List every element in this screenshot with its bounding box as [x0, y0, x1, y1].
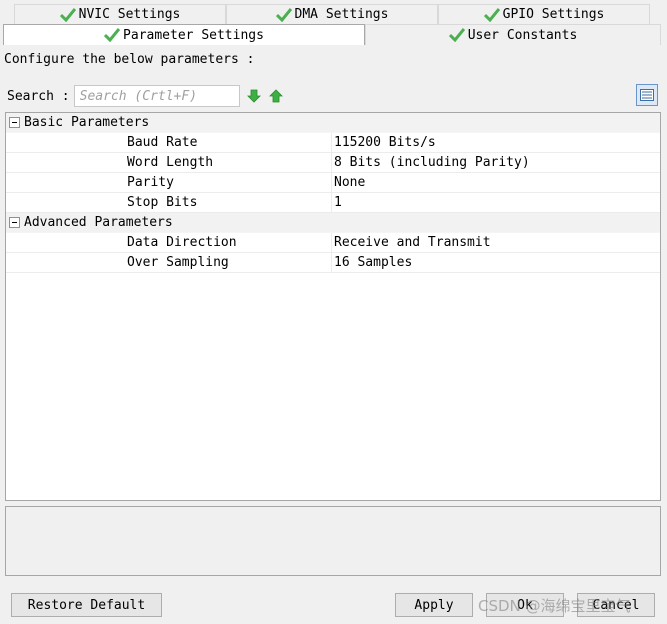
tab-row-bottom: Parameter Settings User Constants: [0, 24, 667, 45]
tab-nvic-settings[interactable]: NVIC Settings: [14, 4, 226, 24]
cancel-button[interactable]: Cancel: [577, 593, 655, 617]
group-basic-parameters[interactable]: Basic Parameters: [6, 113, 660, 133]
collapse-icon[interactable]: [9, 217, 20, 228]
param-row-stop-bits[interactable]: Stop Bits 1: [6, 192, 660, 213]
tab-label: GPIO Settings: [502, 7, 605, 22]
ok-button[interactable]: Ok: [486, 593, 564, 617]
tab-dma-settings[interactable]: DMA Settings: [226, 4, 438, 24]
check-icon: [59, 7, 76, 22]
check-icon: [448, 28, 465, 42]
param-value[interactable]: 115200 Bits/s: [332, 133, 436, 153]
search-label: Search :: [7, 88, 70, 104]
param-row-parity[interactable]: Parity None: [6, 172, 660, 193]
param-value[interactable]: 8 Bits (including Parity): [332, 153, 530, 173]
search-bar: Search :: [7, 84, 284, 108]
tab-label: DMA Settings: [294, 7, 389, 22]
param-key: Over Sampling: [6, 252, 332, 273]
param-row-over-sampling[interactable]: Over Sampling 16 Samples: [6, 252, 660, 273]
tab-gpio-settings[interactable]: GPIO Settings: [438, 4, 650, 24]
description-panel: [5, 506, 661, 576]
parameter-tree: Basic Parameters Baud Rate 115200 Bits/s…: [5, 112, 661, 501]
group-title: Basic Parameters: [24, 115, 150, 130]
tab-user-constants[interactable]: User Constants: [365, 24, 661, 45]
param-value[interactable]: 1: [332, 193, 342, 213]
configure-description: Configure the below parameters :: [4, 52, 255, 67]
tab-label: NVIC Settings: [78, 7, 181, 22]
apply-button[interactable]: Apply: [395, 593, 473, 617]
param-row-baud-rate[interactable]: Baud Rate 115200 Bits/s: [6, 132, 660, 153]
param-row-word-length[interactable]: Word Length 8 Bits (including Parity): [6, 152, 660, 173]
tab-row-top: NVIC Settings DMA Settings GPIO Settings: [0, 4, 667, 24]
tab-parameter-settings[interactable]: Parameter Settings: [3, 24, 365, 45]
check-icon: [275, 7, 292, 22]
list-view-toggle-button[interactable]: [636, 84, 658, 106]
param-value[interactable]: Receive and Transmit: [332, 233, 491, 253]
param-key: Baud Rate: [6, 132, 332, 153]
search-input[interactable]: [73, 85, 240, 107]
group-advanced-parameters[interactable]: Advanced Parameters: [6, 213, 660, 233]
restore-default-button[interactable]: Restore Default: [11, 593, 162, 617]
param-value[interactable]: None: [332, 173, 365, 193]
check-icon: [104, 28, 121, 42]
collapse-icon[interactable]: [9, 117, 20, 128]
param-key: Stop Bits: [6, 192, 332, 213]
param-key: Word Length: [6, 152, 332, 173]
param-row-data-direction[interactable]: Data Direction Receive and Transmit: [6, 232, 660, 253]
find-previous-arrow-icon[interactable]: [268, 88, 284, 104]
tab-label: Parameter Settings: [123, 27, 264, 43]
find-next-arrow-icon[interactable]: [246, 88, 262, 104]
check-icon: [483, 7, 500, 22]
param-key: Data Direction: [6, 232, 332, 253]
tab-label: User Constants: [467, 27, 578, 43]
list-view-icon: [640, 89, 654, 101]
param-key: Parity: [6, 172, 332, 193]
group-title: Advanced Parameters: [24, 215, 173, 230]
param-value[interactable]: 16 Samples: [332, 253, 412, 273]
